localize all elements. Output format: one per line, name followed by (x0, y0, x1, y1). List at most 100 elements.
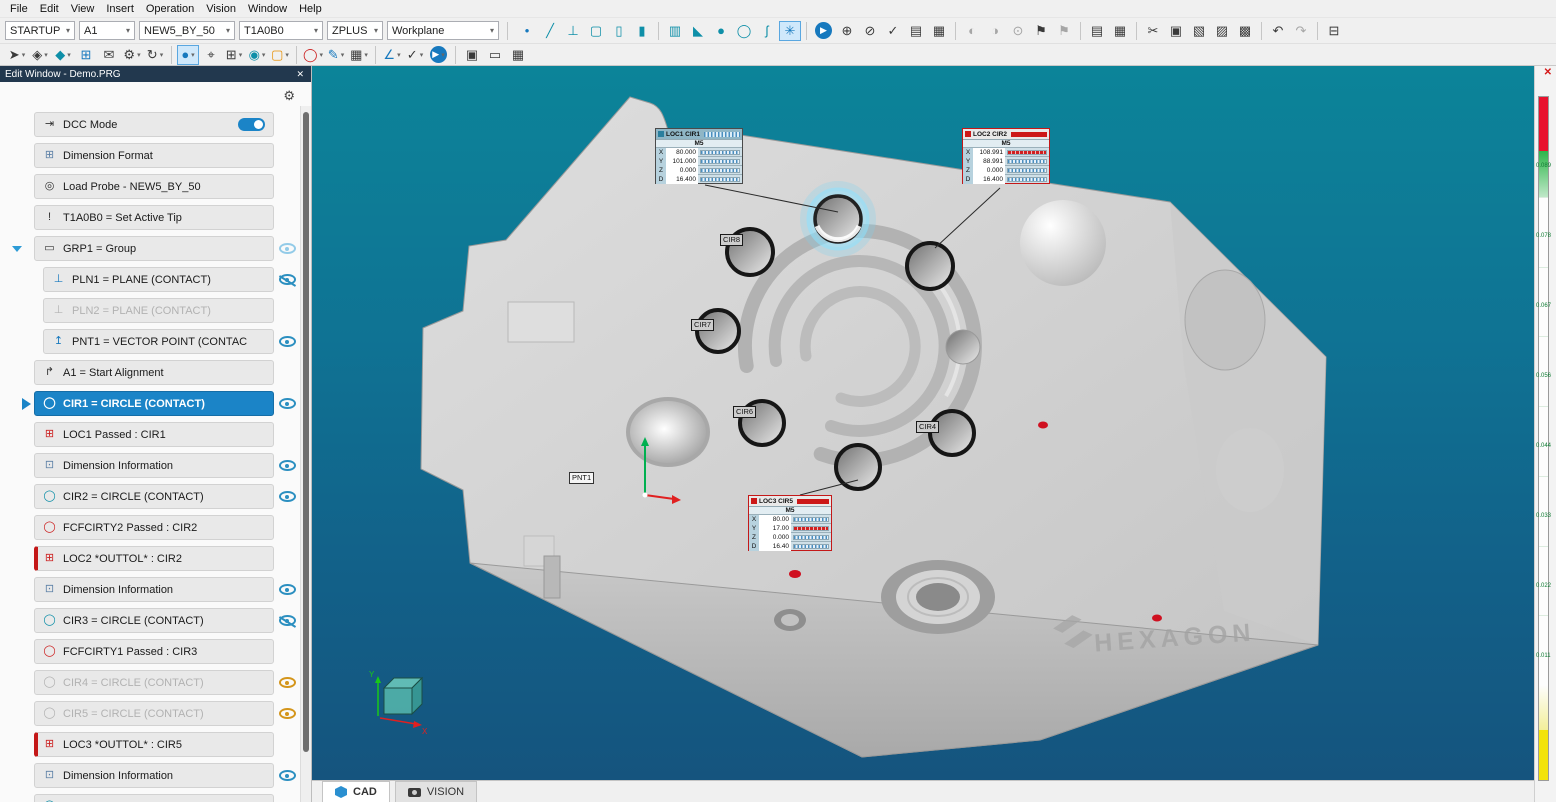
probe-dropdown[interactable]: NEW5_BY_50 (139, 21, 235, 40)
tree-item-load-probe[interactable]: ◎Load Probe - NEW5_BY_50 (4, 174, 300, 199)
checkmark-icon[interactable]: ✓ (404, 45, 426, 65)
view-setup-icon[interactable]: ◈ (29, 45, 51, 65)
visibility-eye-icon[interactable] (279, 584, 296, 595)
tree-item-pnt1[interactable]: ↥PNT1 = VECTOR POINT (CONTAC (4, 329, 300, 354)
visibility-eye-icon[interactable] (279, 243, 296, 254)
probe-mode-icon[interactable]: ➤ (6, 45, 28, 65)
visibility-eye-icon[interactable] (279, 460, 296, 471)
menu-operation[interactable]: Operation (140, 2, 200, 16)
curve-icon[interactable]: ʃ (756, 21, 778, 41)
dimension-callout-loc2[interactable]: LOC2 CIR2 M5 X108.991 Y88.991 Z0.000 D16… (962, 128, 1050, 184)
feature-label-cir8[interactable]: CIR8 (720, 234, 743, 246)
tree-item-fcfcirty1[interactable]: ◯FCFCIRTY1 Passed : CIR3 (4, 639, 300, 664)
tip-dropdown[interactable]: T1A0B0 (239, 21, 323, 40)
visibility-eye-icon[interactable] (279, 491, 296, 502)
visibility-eye-off-icon[interactable] (279, 615, 296, 626)
comment-icon[interactable]: ✉ (98, 45, 120, 65)
cylinder-icon[interactable]: ▥ (664, 21, 686, 41)
visibility-eye-icon[interactable] (279, 770, 296, 781)
collapse-icon[interactable] (12, 246, 22, 252)
tree-item-a1[interactable]: ↱A1 = Start Alignment (4, 360, 300, 385)
menu-insert[interactable]: Insert (100, 2, 140, 16)
menu-help[interactable]: Help (293, 2, 328, 16)
menu-edit[interactable]: Edit (34, 2, 65, 16)
point-icon[interactable]: • (516, 21, 538, 41)
visibility-eye-icon[interactable] (279, 677, 296, 688)
tree-item-dimension-information-1[interactable]: ⊡Dimension Information (4, 453, 300, 478)
probe-position-icon[interactable]: ⌖ (200, 45, 222, 65)
tree-item-cir6[interactable]: ◯CIR6 = CIRCLE (CONTACT) (4, 794, 300, 802)
tree-item-dimension-information-2[interactable]: ⊡Dimension Information (4, 577, 300, 602)
notch-icon[interactable]: ▮ (631, 21, 653, 41)
close-graph-icon[interactable]: ✕ (1544, 67, 1552, 78)
copy-icon[interactable]: ▣ (1165, 21, 1187, 41)
insert-feature-icon[interactable]: ⊕ (836, 21, 858, 41)
dcc-mode-toggle[interactable] (238, 118, 265, 131)
preferences-icon[interactable]: ⚙ (121, 45, 143, 65)
undo-icon[interactable]: ↶ (1267, 21, 1289, 41)
rotate-icon[interactable]: ↻ (144, 45, 166, 65)
tree-item-grp1[interactable]: ▭GRP1 = Group (4, 236, 300, 261)
target-icon[interactable]: ⊙ (1007, 21, 1029, 41)
tree-item-cir5[interactable]: ◯CIR5 = CIRCLE (CONTACT) (4, 701, 300, 726)
tree-item-dimension-format[interactable]: ⊞Dimension Format (4, 143, 300, 168)
cone-icon[interactable]: ◣ (687, 21, 709, 41)
redo-icon[interactable]: ↷ (1290, 21, 1312, 41)
tree-item-set-active-tip[interactable]: !T1A0B0 = Set Active Tip (4, 205, 300, 230)
feature-label-cir4[interactable]: CIR4 (916, 421, 939, 433)
tree-item-pln2[interactable]: ⊥PLN2 = PLANE (CONTACT) (4, 298, 300, 323)
workplane-icon[interactable]: ▢ (269, 45, 291, 65)
workplane-dropdown[interactable]: Workplane (387, 21, 499, 40)
mark-icon[interactable]: ⊘ (859, 21, 881, 41)
menu-vision[interactable]: Vision (200, 2, 242, 16)
feature-label-cir6[interactable]: CIR6 (733, 406, 756, 418)
sphere-icon[interactable]: ● (710, 21, 732, 41)
tree-item-cir1[interactable]: ◯CIR1 = CIRCLE (CONTACT) (4, 391, 300, 416)
probe-toolbox-icon[interactable]: ◆ (52, 45, 74, 65)
vector-icon[interactable]: ∠ (381, 45, 403, 65)
feature-list-icon[interactable]: ⊞ (223, 45, 245, 65)
gage-icon[interactable]: ▦ (507, 45, 529, 65)
execute-icon[interactable]: ▶ (815, 22, 832, 39)
tree-scrollbar[interactable] (300, 106, 311, 802)
cut-icon[interactable]: ✂ (1142, 21, 1164, 41)
camera-icon[interactable]: ▣ (461, 45, 483, 65)
grid-icon[interactable]: ▦ (348, 45, 370, 65)
visibility-eye-icon[interactable] (279, 336, 296, 347)
visibility-eye-off-icon[interactable] (279, 274, 296, 285)
auto-feature-icon[interactable]: ✳ (779, 21, 801, 41)
startup-dropdown[interactable]: STARTUP (5, 21, 75, 40)
sketch-icon[interactable]: ✎ (325, 45, 347, 65)
square-slot-icon[interactable]: ▯ (608, 21, 630, 41)
round-slot-icon[interactable]: ▢ (585, 21, 607, 41)
cad-viewport[interactable]: Y X HEXAGON LOC1 CIR1 M5 X80.000 Y101.00… (312, 66, 1534, 780)
wireframe-sphere-icon[interactable]: ◑ (984, 21, 1006, 41)
dimension-callout-loc3[interactable]: LOC3 CIR5 M5 X80.00 Y17.00 Z0.000 D16.40 (748, 495, 832, 551)
tree-item-cir4[interactable]: ◯CIR4 = CIRCLE (CONTACT) (4, 670, 300, 695)
tree-item-pln1[interactable]: ⊥PLN1 = PLANE (CONTACT) (4, 267, 300, 292)
edit-document-icon[interactable]: ▤ (905, 21, 927, 41)
visibility-eye-icon[interactable] (279, 398, 296, 409)
scrollbar-thumb[interactable] (303, 112, 309, 752)
shaded-sphere-icon[interactable]: ◐ (961, 21, 983, 41)
feature-label-pnt1[interactable]: PNT1 (569, 472, 594, 484)
menu-window[interactable]: Window (242, 2, 293, 16)
tree-item-loc2[interactable]: ⊞LOC2 *OUTTOL* : CIR2 (4, 546, 300, 571)
graphics-view-icon[interactable]: ● (177, 45, 199, 65)
globe-icon[interactable]: ◉ (246, 45, 268, 65)
tab-cad[interactable]: CAD (322, 781, 390, 802)
edit-window-title-bar[interactable]: Edit Window - Demo.PRG ✕ (0, 66, 311, 82)
tree-item-loc3[interactable]: ⊞LOC3 *OUTTOL* : CIR5 (4, 732, 300, 757)
report-grid-icon[interactable]: ▦ (1109, 21, 1131, 41)
alignment-dropdown[interactable]: A1 (79, 21, 135, 40)
pattern-icon[interactable]: ▨ (1211, 21, 1233, 41)
circle-tool-icon[interactable]: ◯ (302, 45, 324, 65)
execute-program-icon[interactable]: ▶ (430, 46, 447, 63)
print-icon[interactable]: ⊟ (1323, 21, 1345, 41)
menu-file[interactable]: File (4, 2, 34, 16)
close-icon[interactable]: ✕ (294, 69, 306, 80)
visibility-eye-icon[interactable] (279, 708, 296, 719)
gear-icon[interactable]: ⚙ (283, 88, 295, 104)
torus-icon[interactable]: ◯ (733, 21, 755, 41)
view-orientation-cube[interactable]: Y X (369, 670, 428, 736)
